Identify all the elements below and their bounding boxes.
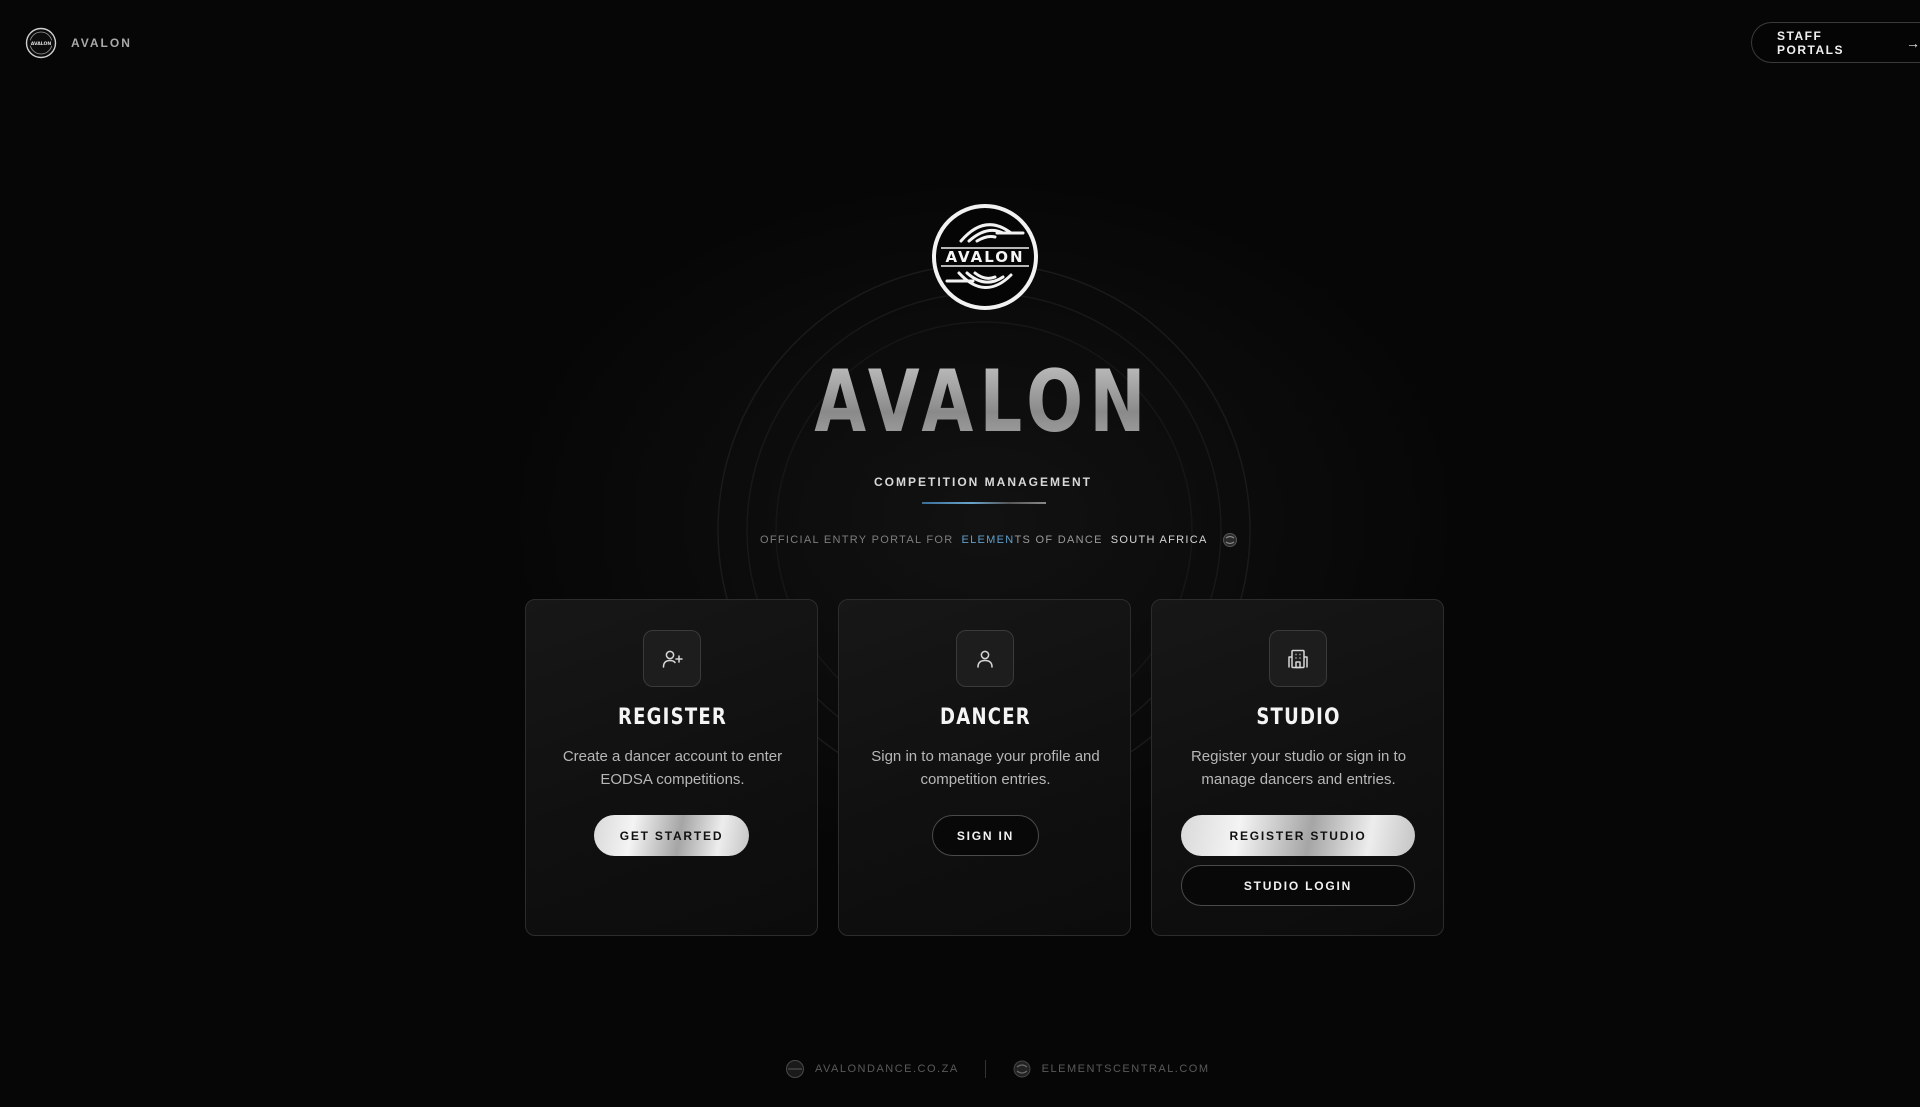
- tagline-org: ELEMENTS OF DANCE: [961, 534, 1102, 546]
- footer-separator: [984, 1060, 986, 1078]
- studio-icon-box: [1269, 630, 1327, 687]
- studio-card-description: Register your studio or sign in to manag…: [1190, 748, 1407, 788]
- avalon-seal-logo: AVALON: [932, 204, 1038, 310]
- avalon-mini-icon: [786, 1060, 804, 1078]
- dancer-icon-box: [956, 630, 1014, 687]
- studio-login-button[interactable]: STUDIO LOGIN: [1181, 865, 1415, 906]
- official-portal-tagline: OFFICIAL ENTRY PORTAL FOR ELEMENTS OF DA…: [760, 532, 1238, 548]
- footer-link-avalondance[interactable]: AVALONDANCE.CO.ZA: [815, 1063, 959, 1075]
- background-glow: [0, 0, 1920, 1107]
- dancer-card: DANCER Sign in to manage your profile an…: [838, 599, 1131, 936]
- elements-logo-icon: [1222, 533, 1237, 547]
- building-icon: [1288, 649, 1308, 668]
- page-subtitle: COMPETITION MANAGEMENT: [874, 475, 1092, 489]
- user-plus-icon: [662, 650, 683, 668]
- tagline-mid: TS OF DANCE: [1014, 534, 1103, 546]
- header-brand[interactable]: AVALON AVALON: [25, 27, 132, 59]
- page-title: AVALON: [216, 352, 1749, 452]
- studio-card-title: STUDIO: [1256, 705, 1341, 730]
- footer-link-elementscentral[interactable]: ELEMENTSCENTRAL.COM: [1042, 1063, 1210, 1075]
- tagline-suffix: SOUTH AFRICA: [1110, 534, 1208, 546]
- tagline-accent: ELEMEN: [961, 534, 1015, 546]
- arrow-right-icon: →: [1906, 34, 1920, 51]
- svg-text:AVALON: AVALON: [31, 41, 52, 47]
- register-card: REGISTER Create a dancer account to ente…: [525, 599, 818, 936]
- register-card-title: REGISTER: [617, 705, 728, 730]
- sign-in-button[interactable]: SIGN IN: [932, 815, 1039, 856]
- tagline-prefix: OFFICIAL ENTRY PORTAL FOR: [760, 534, 954, 546]
- get-started-button[interactable]: GET STARTED: [594, 815, 749, 856]
- subtitle-divider: [922, 502, 1046, 504]
- studio-card: STUDIO Register your studio or sign in t…: [1151, 599, 1444, 936]
- register-card-description: Create a dancer account to enter EODSA c…: [562, 748, 783, 788]
- user-icon: [977, 650, 993, 668]
- register-icon-box: [643, 630, 701, 687]
- staff-portals-label: STAFF PORTALS: [1777, 28, 1844, 57]
- dancer-card-description: Sign in to manage your profile and compe…: [871, 748, 1100, 788]
- footer-links: AVALONDANCE.CO.ZA ELEMENTSCENTRAL.COM: [785, 1058, 1210, 1080]
- background-rings: [717, 263, 1251, 797]
- staff-portals-button[interactable]: STAFF PORTALS →: [1751, 22, 1920, 63]
- dancer-card-title: DANCER: [940, 705, 1031, 730]
- register-studio-button[interactable]: REGISTER STUDIO: [1181, 815, 1415, 856]
- avalon-seal-logo-icon: AVALON: [25, 27, 57, 59]
- hero-logo-text: AVALON: [945, 248, 1024, 266]
- elements-mini-icon: [1013, 1060, 1031, 1078]
- header-brand-label: AVALON: [71, 36, 132, 50]
